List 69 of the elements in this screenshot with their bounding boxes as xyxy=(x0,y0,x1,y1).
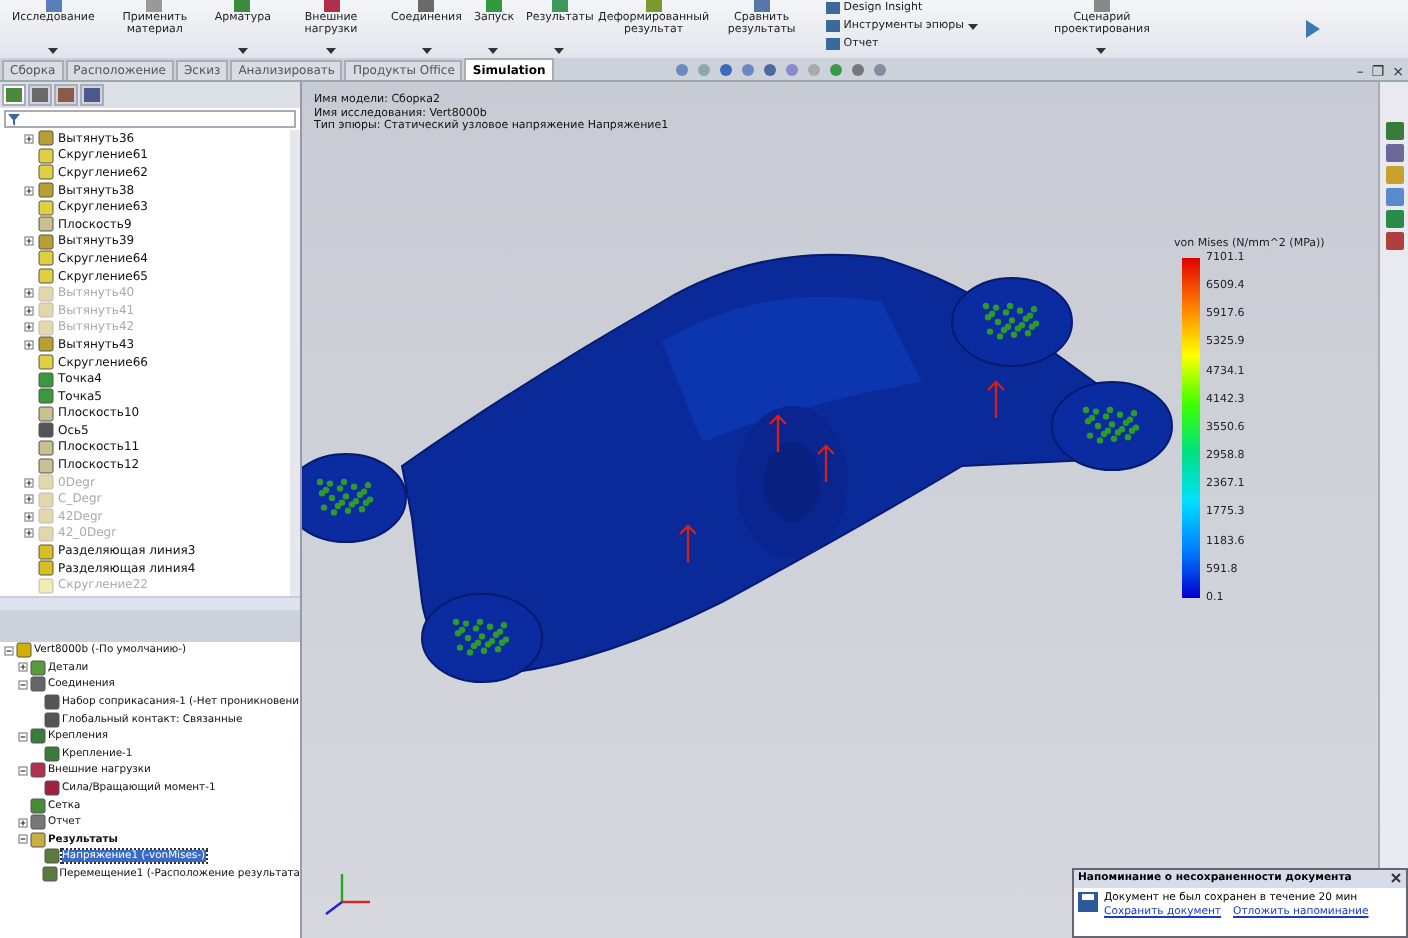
fillet-icon xyxy=(38,354,54,371)
panel-tab[interactable] xyxy=(2,84,26,106)
collapse-icon[interactable] xyxy=(18,679,28,690)
expand-arrow-icon[interactable] xyxy=(1305,20,1320,38)
collapse-icon[interactable] xyxy=(18,765,28,776)
extrude-icon xyxy=(38,182,54,199)
expand-icon[interactable] xyxy=(24,477,34,488)
expand-icon[interactable] xyxy=(18,817,28,828)
fixture-symbol xyxy=(1082,406,1140,444)
extrude-icon xyxy=(38,233,54,250)
collapse-icon[interactable] xyxy=(18,731,28,742)
scrollbar[interactable] xyxy=(0,596,300,610)
panel-tab[interactable] xyxy=(80,84,104,106)
expand-icon[interactable] xyxy=(24,185,34,196)
filter-icon[interactable] xyxy=(8,113,24,125)
force-icon xyxy=(44,780,60,797)
fillet-icon xyxy=(38,577,54,594)
expand-icon[interactable] xyxy=(24,511,34,522)
fixtures-icon xyxy=(30,728,46,745)
panel-tab[interactable] xyxy=(28,84,52,106)
axis-triad-icon xyxy=(325,874,370,915)
fixture-symbol xyxy=(316,478,374,516)
expand-icon[interactable] xyxy=(24,133,34,144)
tool-icon xyxy=(232,0,253,12)
plane-icon xyxy=(38,216,54,233)
fixture-icon xyxy=(44,745,60,762)
mounting-lug xyxy=(421,593,543,683)
force-arrow xyxy=(816,444,836,484)
report-icon xyxy=(30,814,46,831)
mounting-lug xyxy=(951,277,1073,367)
fillet-icon xyxy=(38,199,54,216)
expand-icon[interactable] xyxy=(24,305,34,316)
expand-icon[interactable] xyxy=(24,494,34,505)
scrollbar[interactable] xyxy=(290,130,300,596)
force-arrow xyxy=(768,414,788,454)
tool-icon xyxy=(144,0,165,12)
results-icon xyxy=(30,831,46,848)
force-arrow xyxy=(678,524,698,564)
expand-icon[interactable] xyxy=(24,528,34,539)
expand-icon[interactable] xyxy=(24,288,34,299)
expand-icon[interactable] xyxy=(24,322,34,333)
save-icon xyxy=(1078,892,1098,912)
collapse-icon[interactable] xyxy=(18,834,28,845)
expand-icon[interactable] xyxy=(24,339,34,350)
connections-icon xyxy=(30,676,46,693)
loads-icon xyxy=(30,762,46,779)
close-icon[interactable] xyxy=(1390,872,1402,884)
tool-icon xyxy=(643,0,664,12)
mounting-lug xyxy=(1051,381,1173,471)
expand-icon[interactable] xyxy=(24,236,34,247)
mesh-icon xyxy=(30,797,46,814)
mounting-lug xyxy=(302,453,407,543)
collapse-icon[interactable] xyxy=(4,645,14,656)
tool-icon xyxy=(549,0,570,12)
tool-icon xyxy=(321,0,341,12)
parts-icon xyxy=(30,659,46,676)
tool-icon xyxy=(483,0,504,12)
tool-icon xyxy=(1091,0,1112,12)
tool-icon xyxy=(416,0,437,12)
panel-tab[interactable] xyxy=(54,84,78,106)
expand-icon[interactable] xyxy=(18,662,28,673)
fixture-symbol xyxy=(982,302,1040,340)
study-icon xyxy=(16,642,32,659)
extrude-icon xyxy=(38,130,54,147)
tool-icon xyxy=(43,0,64,12)
tool-icon xyxy=(751,0,772,12)
fixture-symbol xyxy=(452,618,510,656)
force-arrow xyxy=(986,380,1006,420)
axis-icon xyxy=(38,422,54,439)
